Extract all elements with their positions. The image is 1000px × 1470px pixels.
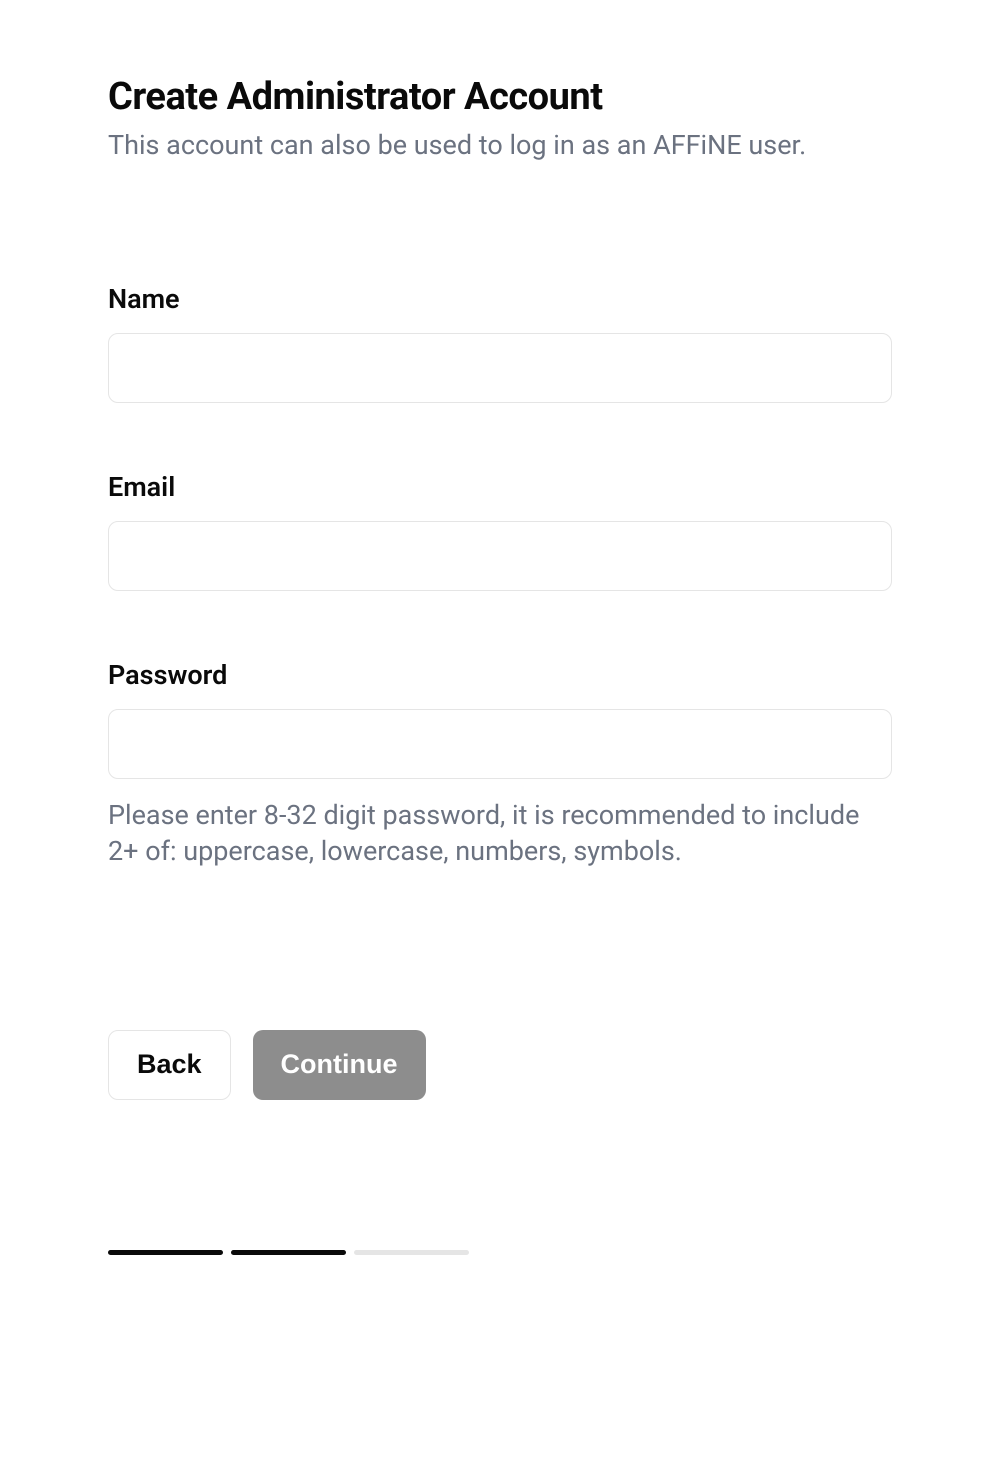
admin-form: Name Email Password Please enter 8-32 di… <box>108 283 892 870</box>
continue-button[interactable]: Continue <box>253 1030 426 1100</box>
progress-step-2 <box>231 1250 346 1255</box>
email-field-group: Email <box>108 471 892 591</box>
page-subtitle: This account can also be used to log in … <box>108 127 892 165</box>
email-input[interactable] <box>108 521 892 591</box>
name-input[interactable] <box>108 333 892 403</box>
progress-step-3 <box>354 1250 469 1255</box>
password-input[interactable] <box>108 709 892 779</box>
password-label: Password <box>108 659 892 691</box>
name-label: Name <box>108 283 892 315</box>
password-field-group: Password Please enter 8-32 digit passwor… <box>108 659 892 870</box>
button-row: Back Continue <box>108 1030 892 1100</box>
password-hint: Please enter 8-32 digit password, it is … <box>108 797 892 870</box>
page-title: Create Administrator Account <box>108 75 892 119</box>
email-label: Email <box>108 471 892 503</box>
progress-indicator <box>108 1250 892 1255</box>
name-field-group: Name <box>108 283 892 403</box>
progress-step-1 <box>108 1250 223 1255</box>
back-button[interactable]: Back <box>108 1030 231 1100</box>
